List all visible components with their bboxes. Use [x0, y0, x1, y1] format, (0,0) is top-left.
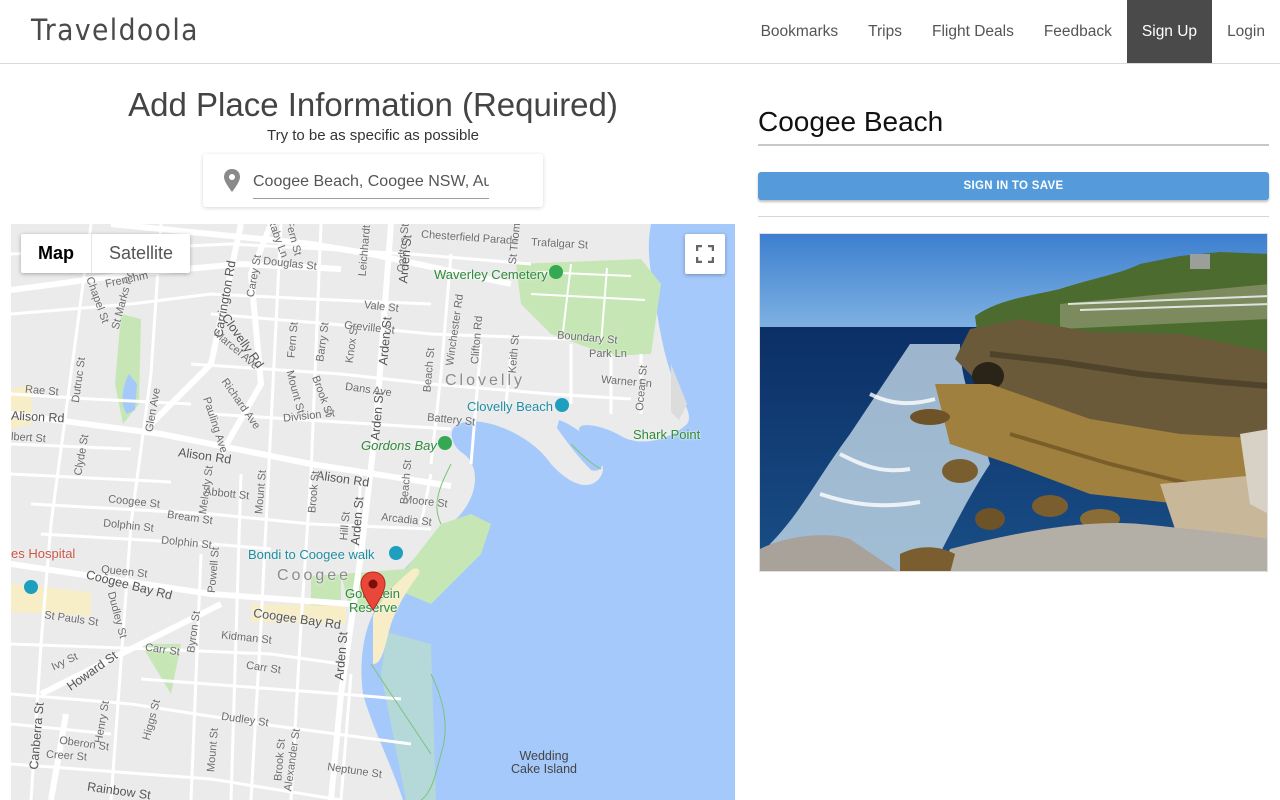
map-type-map-button[interactable]: Map — [21, 234, 91, 273]
page-subtitle: Try to be as specific as possible — [266, 127, 480, 144]
fullscreen-icon — [696, 245, 714, 263]
label-gordons-bay: Gordons Bay — [361, 438, 437, 453]
google-map[interactable]: Waverley Cemetery Chesterfield Parade Tr… — [11, 224, 735, 800]
nav-trips[interactable]: Trips — [853, 0, 917, 63]
label-park-ln: Park Ln — [589, 348, 627, 360]
label-hospital: es Hospital — [11, 546, 76, 561]
nav-login[interactable]: Login — [1212, 0, 1280, 63]
place-name-underline — [758, 144, 1269, 146]
nav-bookmarks[interactable]: Bookmarks — [746, 0, 854, 63]
cemetery-poi-icon[interactable] — [549, 265, 563, 279]
walk-poi-icon[interactable] — [389, 546, 403, 560]
label-albert-st: lbert St — [11, 430, 47, 446]
brand-logo[interactable]: Traveldoola — [31, 13, 199, 47]
nav-flight-deals[interactable]: Flight Deals — [917, 0, 1029, 63]
label-hill-st: Hill St — [338, 511, 353, 541]
map-fullscreen-button[interactable] — [685, 234, 725, 274]
label-wedding-cake-island: Wedding Cake Island — [511, 750, 577, 776]
label-wedding-cake-2: Cake Island — [511, 762, 578, 776]
coastline-photo-image — [760, 234, 1267, 571]
map-type-control: Map Satellite — [21, 234, 191, 273]
label-shark-point: Shark Point — [633, 427, 701, 442]
nav-sign-up[interactable]: Sign Up — [1126, 0, 1213, 63]
label-clovelly-beach: Clovelly Beach — [467, 399, 553, 414]
nav-feedback[interactable]: Feedback — [1029, 0, 1127, 63]
location-input[interactable] — [253, 165, 489, 199]
page-title: Add Place Information (Required) — [128, 86, 618, 123]
label-coogee: Coogee — [277, 567, 352, 584]
place-photo — [759, 233, 1268, 572]
gordons-bay-poi-icon[interactable] — [438, 436, 452, 450]
map-pin-icon — [224, 169, 240, 192]
label-alison-rd-1: Alison Rd — [11, 408, 65, 426]
label-clovelly: Clovelly — [445, 372, 526, 389]
hospital-poi-icon[interactable] — [24, 580, 38, 594]
label-wedding-cake-1: Wedding — [519, 749, 569, 763]
map-type-satellite-button[interactable]: Satellite — [92, 234, 190, 273]
map-marker-icon[interactable] — [360, 571, 386, 611]
place-name-heading: Coogee Beach — [758, 106, 944, 137]
sign-in-to-save-button[interactable]: SIGN IN TO SAVE — [758, 172, 1269, 200]
section-divider — [758, 216, 1269, 217]
beach-poi-icon[interactable] — [555, 398, 569, 412]
label-bondi-to-coogee-walk: Bondi to Coogee walk — [248, 547, 375, 562]
nav-menu: Bookmarks Trips Flight Deals Feedback Si… — [746, 0, 1280, 63]
label-waverley-cemetery: Waverley Cemetery — [434, 267, 548, 282]
top-navbar: Traveldoola Bookmarks Trips Flight Deals… — [0, 0, 1280, 64]
location-search-card — [203, 154, 543, 207]
